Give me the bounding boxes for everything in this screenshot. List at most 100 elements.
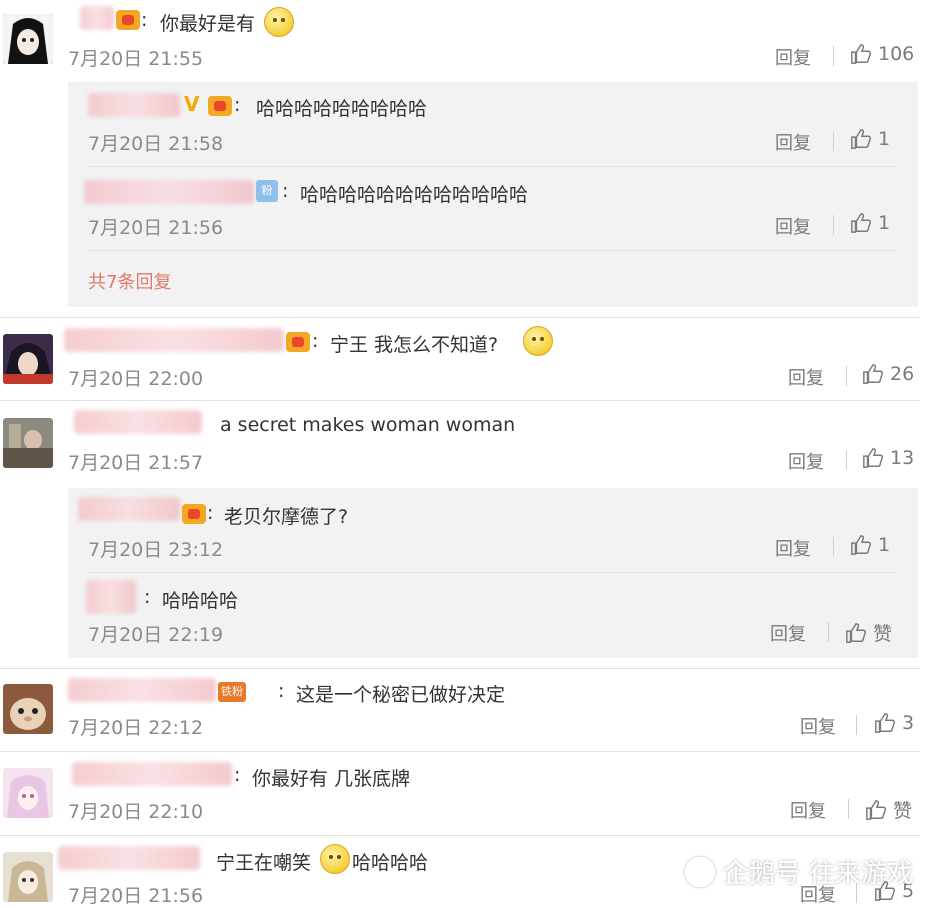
comment-time: 7月20日 21:57 [68, 452, 204, 474]
thumbs-up-icon [863, 364, 884, 384]
row-divider [0, 668, 920, 669]
username[interactable] [68, 678, 216, 702]
reply-button[interactable]: 回复 [775, 535, 811, 561]
user-avatar[interactable] [3, 418, 53, 468]
like-count: 1 [878, 128, 891, 150]
user-avatar[interactable] [3, 334, 53, 384]
vip-badge-icon [286, 332, 310, 352]
vip-badge-icon [208, 96, 232, 116]
reply-button[interactable]: 回复 [788, 364, 824, 390]
reply-time: 7月20日 21:58 [88, 133, 224, 155]
photo-avatar-icon [3, 418, 53, 468]
thumbs-up-icon [875, 713, 896, 733]
like-button[interactable]: 1 [850, 128, 890, 150]
comment-time: 7月20日 22:00 [68, 368, 204, 390]
user-avatar[interactable] [3, 852, 53, 902]
reply-time: 7月20日 21:56 [88, 217, 224, 239]
colon: : [144, 586, 151, 608]
colon: : [282, 180, 289, 202]
vip-badge-icon [182, 504, 206, 524]
row-divider [0, 835, 920, 836]
row-divider [0, 400, 920, 401]
reply-button[interactable]: 回复 [788, 448, 824, 474]
divider [848, 799, 849, 819]
divider [833, 46, 834, 66]
user-avatar[interactable] [3, 14, 53, 64]
reply-time: 7月20日 23:12 [88, 539, 224, 561]
thinking-emoji-icon [523, 326, 553, 356]
reply-button[interactable]: 回复 [770, 620, 806, 646]
like-button[interactable]: 赞 [865, 796, 912, 823]
fan-level-tag: 铁粉 [218, 682, 246, 702]
comment-time: 7月20日 22:12 [68, 717, 204, 739]
colon: : [234, 94, 241, 116]
reply-button[interactable]: 回复 [800, 713, 836, 739]
row-divider [88, 250, 898, 251]
row-divider [88, 572, 898, 573]
reply-button[interactable]: 回复 [775, 129, 811, 155]
thumbs-up-icon [851, 213, 872, 233]
like-button[interactable]: 赞 [845, 619, 892, 646]
anime-avatar-icon [3, 334, 53, 384]
like-button[interactable]: 13 [862, 447, 914, 469]
divider [856, 715, 857, 735]
reply-button[interactable]: 回复 [775, 44, 811, 70]
smirk-emoji-icon [264, 7, 294, 37]
like-button[interactable]: 1 [850, 534, 890, 556]
comment-text: 你最好是有 [160, 13, 256, 35]
hamster-avatar-icon [3, 684, 53, 734]
divider [833, 537, 834, 557]
reply-text: 哈哈哈哈哈哈哈哈哈 [256, 98, 428, 120]
divider [846, 366, 847, 386]
thumbs-up-icon [846, 622, 867, 643]
colon: : [312, 330, 319, 352]
like-button[interactable]: 1 [850, 212, 890, 234]
vip-badge-icon [116, 10, 140, 30]
username[interactable] [84, 180, 254, 204]
username[interactable] [64, 328, 284, 352]
username[interactable] [80, 6, 114, 30]
username[interactable] [88, 93, 180, 117]
thumbs-up-icon [863, 448, 884, 468]
colon: : [141, 9, 148, 31]
divider [828, 622, 829, 642]
like-button[interactable]: 3 [874, 712, 914, 734]
smirk-emoji-icon [320, 844, 350, 874]
watermark-text: 企鹅号 往来游戏 [722, 859, 913, 889]
reply-button[interactable]: 回复 [790, 797, 826, 823]
colon: : [278, 680, 285, 702]
like-label: 赞 [893, 800, 913, 822]
comment-text: 这是一个秘密已做好决定 [296, 684, 506, 706]
thumbs-up-icon [851, 44, 872, 64]
more-replies-link[interactable]: 共7条回复 [88, 268, 171, 294]
comment-time: 7月20日 22:10 [68, 801, 204, 823]
user-avatar[interactable] [3, 768, 53, 818]
like-button[interactable]: 106 [850, 43, 914, 65]
colon: : [234, 764, 241, 786]
username[interactable] [58, 846, 200, 870]
like-button[interactable]: 26 [862, 363, 914, 385]
comment-text: 宁王在嘲笑 [216, 852, 312, 874]
row-divider [88, 166, 898, 167]
colon: : [207, 502, 214, 524]
like-count: 3 [902, 712, 915, 734]
anime-avatar-icon [3, 768, 53, 818]
divider [833, 131, 834, 151]
watermark: 企鹅号 往来游戏 [684, 853, 913, 890]
anime-avatar-icon [3, 852, 53, 902]
divider [846, 450, 847, 470]
reply-button[interactable]: 回复 [775, 213, 811, 239]
user-avatar[interactable] [3, 684, 53, 734]
username[interactable] [74, 410, 202, 434]
row-divider [0, 751, 920, 752]
username[interactable] [78, 497, 180, 521]
thumbs-up-icon [851, 129, 872, 149]
comment-text-suffix: 哈哈哈哈 [352, 852, 429, 874]
like-label: 赞 [873, 623, 893, 645]
thumbs-up-icon [851, 535, 872, 555]
comment-time: 7月20日 21:55 [68, 48, 204, 70]
username[interactable] [86, 580, 136, 614]
username[interactable] [72, 762, 232, 786]
thumbs-up-icon [866, 799, 887, 820]
comment-text: a secret makes woman woman [220, 414, 516, 436]
